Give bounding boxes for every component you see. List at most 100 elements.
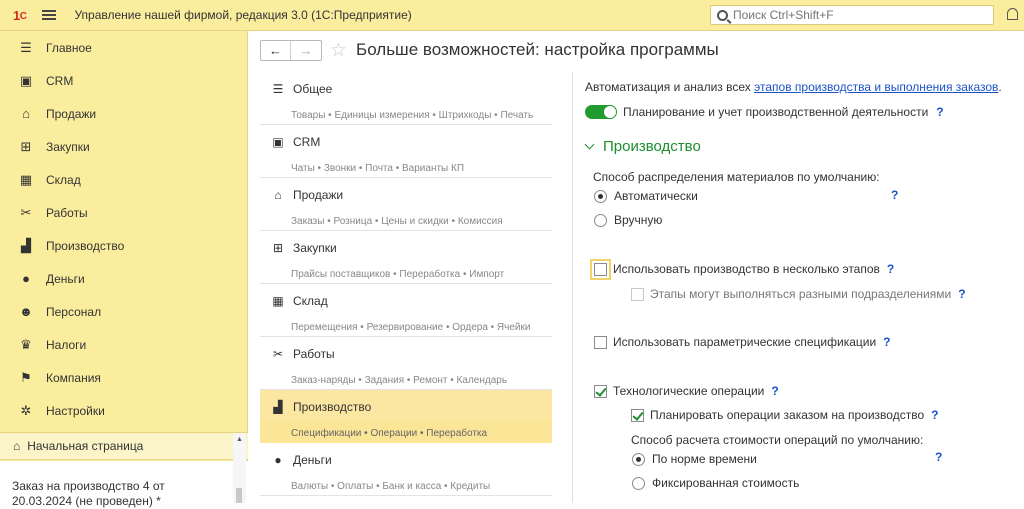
checkbox-row-multistage[interactable]: Использовать производство в несколько эт…: [590, 258, 894, 280]
production-stages-link[interactable]: этапов производства и выполнения заказов: [754, 80, 998, 94]
sidebar-item-main[interactable]: ☰ Главное: [0, 31, 247, 64]
radio-row-norm-time[interactable]: По норме времени: [632, 452, 757, 466]
tools-icon: ✂: [272, 347, 284, 361]
section-money[interactable]: ● Деньги Валюты • Оплаты • Банк и касса •…: [260, 443, 552, 496]
checkbox-row-operations[interactable]: Технологические операции ?: [594, 384, 779, 398]
radio-manual[interactable]: [594, 213, 607, 227]
section-subtitle: Прайсы поставщиков • Переработка • Импор…: [291, 269, 505, 280]
radio-row-manual[interactable]: Вручную: [594, 213, 662, 227]
shop-icon: ⌂: [22, 106, 30, 121]
search-icon: [717, 9, 728, 21]
app-title: Управление нашей фирмой, редакция 3.0 (1…: [74, 8, 412, 22]
sidebar-item-production[interactable]: ▟ Производство: [0, 229, 247, 262]
sidebar-item-money[interactable]: ● Деньги: [0, 262, 247, 295]
cost-method-label: Способ расчета стоимости операций по умо…: [631, 433, 924, 447]
factory-icon: ▟: [273, 400, 283, 414]
favorite-star-icon[interactable]: ☆: [330, 39, 347, 62]
section-subtitle: Спецификации • Операции • Переработка: [291, 428, 488, 439]
checkbox-row-parametric[interactable]: Использовать параметрические спецификаци…: [594, 335, 891, 349]
radio-label: Фиксированная стоимость: [652, 476, 800, 490]
sidebar-item-works[interactable]: ✂ Работы: [0, 196, 247, 229]
sidebar-item-label: Компания: [46, 370, 101, 385]
gear-icon: ✲: [20, 402, 32, 418]
scroll-up-icon[interactable]: ▲: [236, 436, 243, 443]
people-icon: ☻: [19, 304, 33, 319]
checkbox-label: Использовать производство в несколько эт…: [613, 262, 880, 276]
sidebar: ☰ Главное ▣ CRM ⌂ Продажи ⊞ Закупки ▦ Ск…: [0, 31, 248, 508]
checkbox-operations[interactable]: [594, 384, 607, 398]
help-icon[interactable]: ?: [891, 188, 898, 202]
production-group-header[interactable]: Производство: [584, 138, 701, 155]
search-box[interactable]: [710, 5, 994, 25]
sidebar-item-crm[interactable]: ▣ CRM: [0, 64, 247, 97]
help-icon[interactable]: ?: [771, 384, 778, 398]
sidebar-item-label: Работы: [46, 205, 88, 220]
sidebar-item-purchases[interactable]: ⊞ Закупки: [0, 130, 247, 163]
checkbox-parametric[interactable]: [594, 335, 607, 349]
checkbox-label: Этапы могут выполняться разными подразде…: [650, 287, 952, 301]
cart-icon: ⊞: [272, 241, 284, 255]
intro-end: .: [998, 80, 1002, 94]
flag-icon: ⚑: [20, 369, 32, 385]
radio-label: Вручную: [614, 213, 663, 227]
open-windows-list: Заказ на производство 4 от 20.03.2024 (н…: [0, 461, 248, 508]
radio-fixed-cost[interactable]: [632, 476, 645, 490]
cart-icon: ⊞: [20, 138, 32, 154]
section-production[interactable]: ▟ Производство Спецификации • Операции • …: [260, 390, 552, 443]
history-nav: ← →: [260, 39, 322, 61]
radio-row-auto[interactable]: Автоматически: [594, 189, 698, 203]
back-button[interactable]: ←: [261, 40, 291, 60]
checkbox-label: Технологические операции: [613, 384, 765, 398]
group-title: Производство: [603, 138, 701, 155]
help-icon[interactable]: ?: [935, 450, 942, 464]
forward-button[interactable]: →: [291, 41, 321, 60]
sidebar-item-company[interactable]: ⚑ Компания: [0, 361, 247, 394]
home-page-link[interactable]: ⌂ Начальная страница: [0, 432, 248, 460]
sidebar-item-sales[interactable]: ⌂ Продажи: [0, 97, 247, 130]
sidebar-item-label: Главное: [46, 40, 92, 55]
open-window-item[interactable]: Заказ на производство 4 от 20.03.2024 (н…: [12, 479, 222, 509]
checkbox-multistage[interactable]: [590, 258, 611, 280]
help-icon[interactable]: ?: [936, 105, 943, 119]
sidebar-item-settings[interactable]: ✲ Настройки: [0, 394, 247, 427]
help-icon[interactable]: ?: [931, 408, 938, 422]
section-label: Производство: [293, 400, 372, 414]
checkbox-plan-operations[interactable]: [631, 408, 644, 422]
help-icon[interactable]: ?: [887, 262, 894, 276]
help-icon[interactable]: ?: [883, 335, 890, 349]
ruble-icon: ●: [22, 271, 30, 286]
radio-label: По норме времени: [652, 452, 757, 466]
sidebar-scrollbar[interactable]: ▲: [233, 433, 246, 503]
main-menu-icon[interactable]: [42, 10, 57, 20]
checkbox-row-stages-departments: Этапы могут выполняться разными подразде…: [631, 287, 966, 301]
contact-card-icon: ▣: [19, 72, 33, 88]
section-warehouse[interactable]: ▦ Склад Перемещения • Резервирование • Ор…: [260, 284, 552, 337]
section-crm[interactable]: ▣ CRM Чаты • Звонки • Почта • Варианты КП: [260, 125, 552, 178]
section-label: CRM: [293, 135, 321, 149]
section-sales[interactable]: ⌂ Продажи Заказы • Розница • Цены и скидк…: [260, 178, 552, 231]
page-title: Больше возможностей: настройка программы: [356, 40, 719, 59]
checkbox-row-plan-operations[interactable]: Планировать операции заказом на производ…: [631, 408, 938, 422]
production-planning-toggle[interactable]: [585, 105, 617, 119]
help-icon[interactable]: ?: [958, 287, 965, 301]
scrollbar-thumb[interactable]: [236, 488, 242, 503]
radio-norm-time[interactable]: [632, 452, 645, 466]
bell-icon[interactable]: [1007, 8, 1018, 20]
sidebar-item-warehouse[interactable]: ▦ Склад: [0, 163, 247, 196]
checkbox-stages-departments[interactable]: [631, 287, 644, 301]
sidebar-item-label: CRM: [46, 73, 74, 88]
menu-lines-icon: ☰: [272, 82, 284, 96]
sidebar-item-personnel[interactable]: ☻ Персонал: [0, 295, 247, 328]
sidebar-item-label: Закупки: [46, 139, 90, 154]
sidebar-item-taxes[interactable]: ♛ Налоги: [0, 328, 247, 361]
section-purchases[interactable]: ⊞ Закупки Прайсы поставщиков • Переработк…: [260, 231, 552, 284]
sidebar-item-label: Деньги: [46, 271, 85, 286]
radio-row-fixed[interactable]: Фиксированная стоимость: [632, 476, 799, 490]
section-label: Закупки: [293, 241, 337, 255]
section-works[interactable]: ✂ Работы Заказ-наряды • Задания • Ремонт …: [260, 337, 552, 390]
search-input[interactable]: [733, 8, 973, 22]
section-subtitle: Товары • Единицы измерения • Штрихкоды •…: [291, 110, 534, 121]
sidebar-item-label: Настройки: [46, 403, 105, 418]
section-general[interactable]: ☰ Общее Товары • Единицы измерения • Штри…: [260, 72, 552, 125]
radio-automatic[interactable]: [594, 189, 607, 203]
